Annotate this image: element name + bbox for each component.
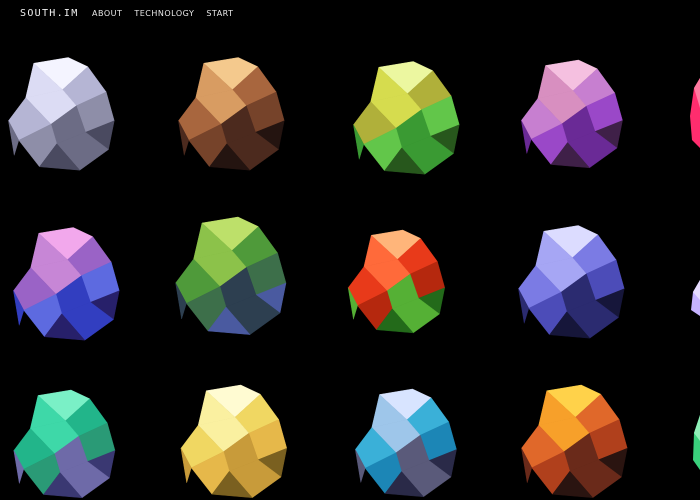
nav-link-technology[interactable]: TECHNOLOGY [134,9,194,18]
gem-graphic [690,78,700,148]
main-nav: ABOUT TECHNOLOGY START [92,9,234,18]
gem-graphic [175,216,287,335]
gem-tile[interactable] [518,45,628,185]
top-bar: SOUTH.IM ABOUT TECHNOLOGY START [0,0,700,28]
gem-graphic [8,57,115,171]
gem-tile[interactable] [515,218,630,348]
gem-graphic [353,61,460,175]
gem-graphic [518,225,625,339]
nav-link-about[interactable]: ABOUT [92,9,122,18]
gem-tile-partial[interactable] [688,78,700,148]
gem-graphic [521,59,623,169]
gem-graphic [691,280,700,316]
gem-graphic [13,227,120,341]
gem-graphic [693,415,700,470]
gem-tile[interactable] [175,384,295,500]
site-logo[interactable]: SOUTH.IM [20,8,79,19]
gem-tile[interactable] [175,50,290,180]
gem-graphic [347,229,446,334]
gem-graphic [178,57,285,171]
gem-tile[interactable] [5,50,120,180]
gem-gallery [0,0,700,500]
gem-graphic [355,388,457,498]
gem-tile[interactable] [345,215,450,350]
gem-tile[interactable] [350,55,465,183]
gem-graphic [13,389,116,499]
gem-tile[interactable] [352,388,462,500]
gem-graphic [180,384,288,499]
gem-tile[interactable] [10,220,125,350]
gem-tile[interactable] [8,389,123,500]
gem-tile[interactable] [518,384,633,500]
gem-tile-partial[interactable] [690,280,700,316]
nav-link-start[interactable]: START [206,9,233,18]
gem-graphic [521,384,628,499]
gem-tile-partial[interactable] [692,415,700,470]
gem-tile[interactable] [172,212,292,342]
